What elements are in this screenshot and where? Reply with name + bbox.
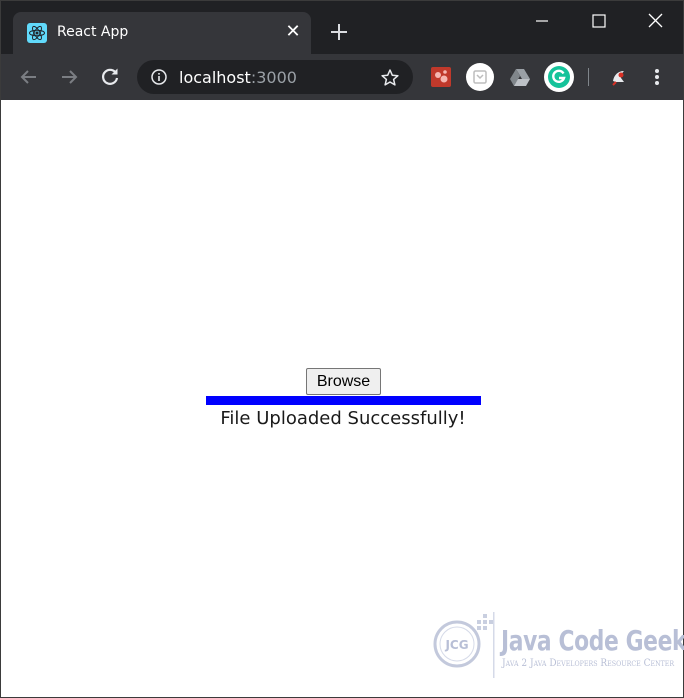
back-arrow-icon[interactable]	[17, 65, 41, 89]
react-logo-icon	[27, 23, 47, 43]
upload-status-message: File Uploaded Successfully!	[220, 408, 466, 429]
browser-toolbar: localhost:3000	[1, 54, 683, 100]
upload-progress-fill	[206, 396, 481, 405]
star-icon[interactable]	[380, 68, 400, 88]
tab-react-app[interactable]: React App ✕	[13, 12, 311, 54]
watermark-title: Java Code Geeks	[501, 624, 684, 657]
minimize-icon[interactable]	[518, 9, 564, 35]
info-icon[interactable]	[151, 69, 167, 85]
page-content: Browse File Uploaded Successfully! JCG J…	[1, 100, 684, 697]
title-bar: React App ✕	[1, 1, 683, 54]
url-port: :3000	[250, 68, 297, 87]
address-bar[interactable]: localhost:3000	[137, 60, 413, 94]
google-drive-icon[interactable]	[508, 65, 532, 89]
toolbar-separator	[588, 68, 589, 86]
extension-white-icon[interactable]	[466, 63, 494, 91]
browse-button[interactable]: Browse	[306, 368, 381, 395]
url-host: localhost	[179, 68, 251, 87]
more-vertical-icon[interactable]	[647, 65, 667, 89]
extension-bird-icon[interactable]	[607, 65, 631, 89]
forward-arrow-icon[interactable]	[57, 65, 81, 89]
watermark-subtitle: Java 2 Java Developers Resource Center	[502, 658, 675, 669]
tab-title: React App	[57, 24, 129, 40]
tab-close-icon[interactable]: ✕	[283, 22, 303, 42]
url-text: localhost:3000	[179, 68, 297, 87]
maximize-icon[interactable]	[576, 9, 622, 35]
upload-progress-bar	[206, 396, 481, 405]
grammarly-icon[interactable]	[544, 62, 574, 92]
extension-red-icon[interactable]	[429, 65, 453, 89]
plus-icon[interactable]	[327, 20, 351, 44]
svg-text:JCG: JCG	[444, 638, 468, 652]
reload-icon[interactable]	[98, 65, 122, 89]
browser-window: React App ✕ localhost:3000 Browse File U…	[0, 0, 684, 698]
jcg-logo-icon: JCG	[431, 610, 497, 680]
close-icon[interactable]	[632, 9, 678, 35]
